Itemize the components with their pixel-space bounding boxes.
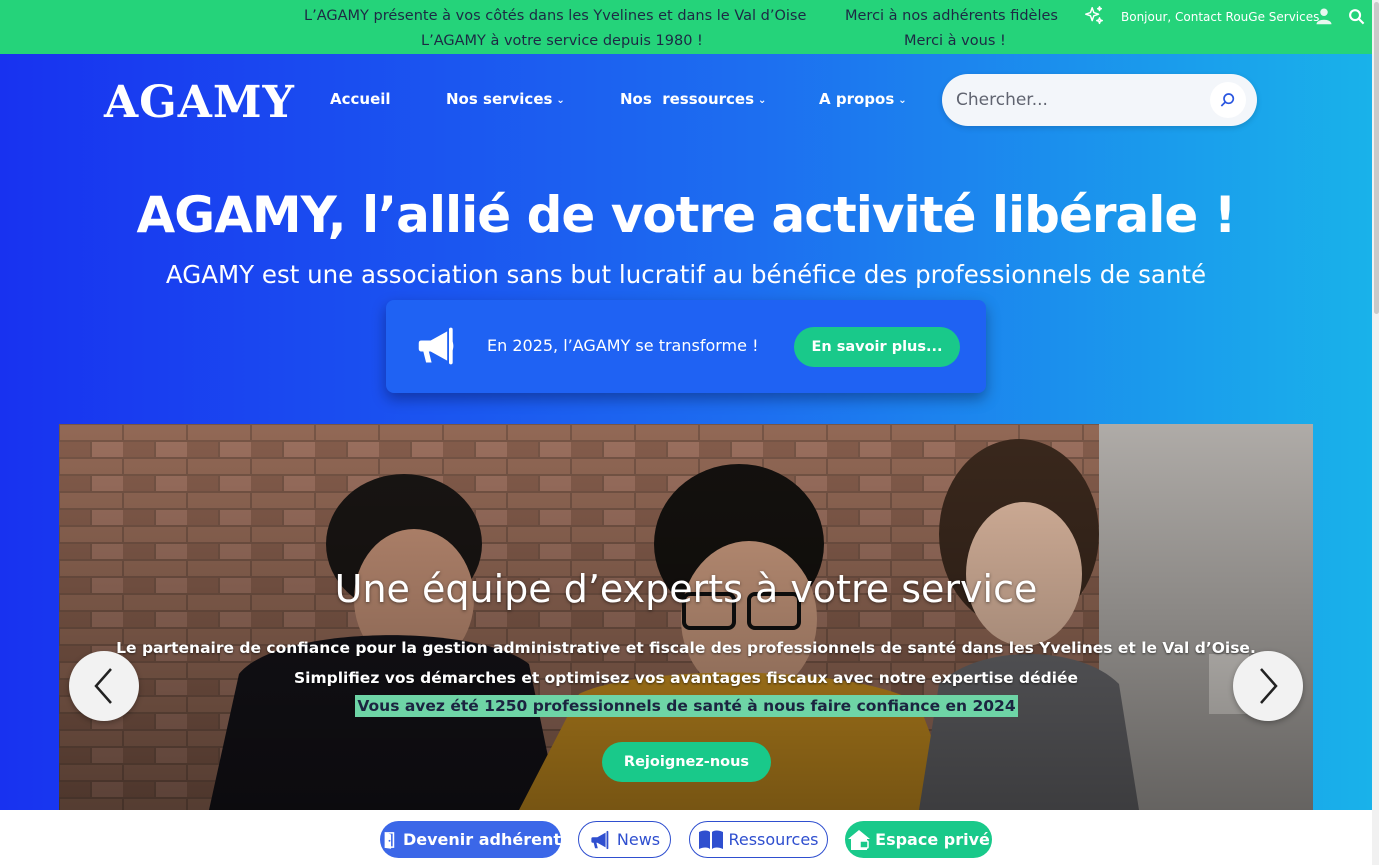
- door-icon: [384, 831, 395, 849]
- topbar-message: Merci à nos adhérents fidèles: [845, 8, 1058, 24]
- nav-label: Nos ressources: [620, 90, 755, 108]
- sparkle-icon[interactable]: [1083, 5, 1105, 32]
- announcement-card: En 2025, l’AGAMY se transforme ! En savo…: [386, 300, 986, 393]
- slider-prev-button[interactable]: [69, 651, 139, 721]
- search-icon: [1220, 93, 1235, 107]
- user-greeting[interactable]: Bonjour, Contact RouGe Services: [1121, 10, 1319, 24]
- button-label: Devenir adhérent: [402, 830, 561, 849]
- join-us-button[interactable]: Rejoignez-nous: [602, 742, 771, 782]
- hero-subtitle: AGAMY est une association sans but lucra…: [165, 260, 1207, 289]
- topbar-message: L’AGAMY à votre service depuis 1980 !: [421, 33, 703, 49]
- nav-label: A propos: [819, 90, 895, 108]
- chevron-left-icon: [94, 668, 112, 704]
- site-logo[interactable]: AGAMY: [104, 77, 295, 128]
- button-label: Espace privé: [875, 830, 990, 849]
- resources-button[interactable]: Ressources: [689, 821, 828, 858]
- nav-ressources[interactable]: Nos ressources ⌄: [620, 90, 766, 108]
- chevron-down-icon: ⌄: [556, 95, 565, 106]
- nav-label: Accueil: [330, 90, 391, 108]
- nav-accueil[interactable]: Accueil: [330, 90, 391, 108]
- announcement-bar: L’AGAMY présente à vos côtés dans les Yv…: [0, 0, 1372, 54]
- search-input[interactable]: [956, 87, 1206, 113]
- scrollbar-thumb[interactable]: [1374, 2, 1379, 314]
- topbar-message: Merci à vous !: [904, 33, 1006, 49]
- chevron-right-icon: [1260, 668, 1278, 704]
- button-label: News: [616, 830, 661, 849]
- nav-services[interactable]: Nos services ⌄: [446, 90, 565, 108]
- search-button[interactable]: [1210, 82, 1246, 118]
- nav-label: Nos services: [446, 90, 553, 108]
- chevron-down-icon: ⌄: [898, 95, 907, 106]
- become-member-button[interactable]: Devenir adhérent: [380, 821, 561, 858]
- slide-text: Simplifiez vos démarches et optimisez vo…: [293, 669, 1079, 687]
- megaphone-icon: [591, 830, 609, 849]
- slide-title: Une équipe d’experts à votre service: [334, 567, 1038, 611]
- slide-highlight: Vous avez été 1250 professionnels de san…: [355, 695, 1018, 717]
- learn-more-button[interactable]: En savoir plus...: [794, 327, 960, 367]
- book-icon: [699, 830, 724, 849]
- news-button[interactable]: News: [578, 821, 671, 858]
- nav-a-propos[interactable]: A propos ⌄: [819, 90, 907, 108]
- user-icon[interactable]: [1315, 7, 1333, 30]
- slider-next-button[interactable]: [1233, 651, 1303, 721]
- slide-text: Le partenaire de confiance pour la gesti…: [116, 639, 1256, 657]
- quick-links-bar: Devenir adhérent News Ressources Espace …: [0, 810, 1372, 865]
- announcement-text: En 2025, l’AGAMY se transforme !: [487, 336, 759, 355]
- search-icon[interactable]: [1348, 8, 1365, 30]
- button-label: Ressources: [728, 830, 819, 849]
- topbar-message: L’AGAMY présente à vos côtés dans les Yv…: [304, 8, 807, 24]
- house-lock-icon: [848, 829, 871, 850]
- chevron-down-icon: ⌄: [758, 95, 767, 106]
- megaphone-icon: [416, 324, 460, 373]
- hero-title: AGAMY, l’allié de votre activité libéral…: [136, 186, 1236, 244]
- private-space-button[interactable]: Espace privé: [845, 821, 992, 858]
- hero-slider: Une équipe d’experts à votre service Le …: [59, 424, 1313, 810]
- search-box: [942, 74, 1257, 126]
